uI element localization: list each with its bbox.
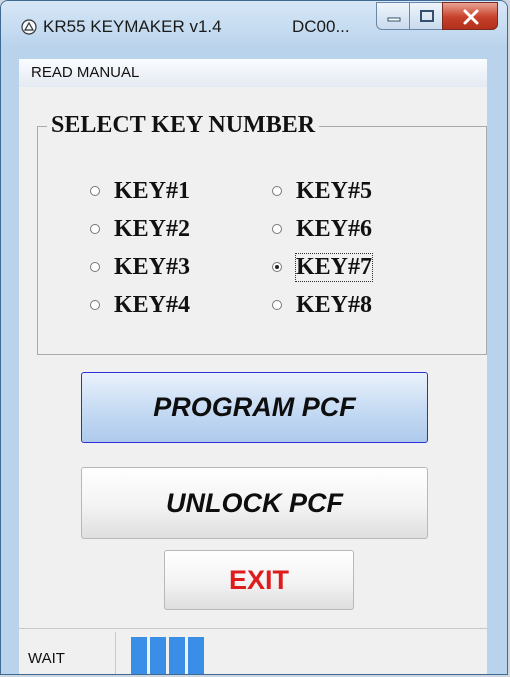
- maximize-button[interactable]: [409, 2, 443, 30]
- radio-label: KEY#2: [114, 215, 191, 242]
- title-bar[interactable]: KR55 KEYMAKER v1.4 DC00...: [1, 1, 507, 49]
- radio-indicator-checked: [272, 262, 282, 272]
- radio-indicator: [90, 300, 100, 310]
- radio-indicator: [272, 224, 282, 234]
- radio-label: KEY#8: [296, 291, 373, 318]
- radio-key-8[interactable]: KEY#8: [272, 291, 372, 319]
- radio-indicator: [90, 262, 100, 272]
- progress-segment: [188, 637, 204, 674]
- minimize-button[interactable]: [376, 2, 410, 30]
- progress-segment: [150, 637, 166, 674]
- menu-bar: READ MANUAL: [19, 59, 487, 88]
- radio-key-4[interactable]: KEY#4: [90, 291, 190, 319]
- radio-indicator: [90, 224, 100, 234]
- radio-key-6[interactable]: KEY#6: [272, 215, 372, 243]
- key-number-groupbox: SELECT KEY NUMBER KEY#1 KEY#2 KEY#3 KEY#…: [37, 112, 487, 355]
- client-area: SELECT KEY NUMBER KEY#1 KEY#2 KEY#3 KEY#…: [19, 87, 487, 628]
- close-button[interactable]: [442, 2, 498, 30]
- menu-item-read-manual[interactable]: READ MANUAL: [31, 64, 139, 81]
- radio-label: KEY#5: [296, 177, 373, 204]
- window-subtitle: DC00...: [292, 17, 350, 36]
- progress-bar: [131, 633, 487, 674]
- radio-label: KEY#7: [294, 252, 374, 282]
- window-title: KR55 KEYMAKER v1.4: [43, 17, 222, 36]
- minimize-icon: [387, 17, 401, 22]
- radio-key-3[interactable]: KEY#3: [90, 253, 190, 281]
- radio-indicator: [90, 186, 100, 196]
- program-pcf-button[interactable]: PROGRAM PCF: [81, 372, 428, 443]
- radio-key-5[interactable]: KEY#5: [272, 177, 372, 205]
- progress-segment: [169, 637, 185, 674]
- status-text: WAIT: [28, 650, 65, 667]
- radio-indicator: [272, 300, 282, 310]
- radio-key-2[interactable]: KEY#2: [90, 215, 190, 243]
- app-icon: [21, 19, 37, 35]
- maximize-icon: [420, 10, 434, 22]
- radio-label: KEY#3: [114, 253, 191, 280]
- radio-label: KEY#4: [114, 291, 191, 318]
- app-window: KR55 KEYMAKER v1.4 DC00... READ MANUAL S…: [0, 0, 508, 675]
- status-bar: WAIT: [19, 628, 487, 674]
- unlock-pcf-button[interactable]: UNLOCK PCF: [81, 467, 428, 539]
- exit-button[interactable]: EXIT: [164, 550, 354, 610]
- radio-label: KEY#6: [296, 215, 373, 242]
- radio-indicator: [272, 186, 282, 196]
- close-icon: [463, 9, 479, 25]
- radio-key-7[interactable]: KEY#7: [272, 252, 374, 282]
- status-divider: [115, 632, 116, 674]
- progress-segment: [131, 637, 147, 674]
- groupbox-label: SELECT KEY NUMBER: [47, 112, 320, 139]
- radio-label: KEY#1: [114, 177, 191, 204]
- radio-key-1[interactable]: KEY#1: [90, 177, 190, 205]
